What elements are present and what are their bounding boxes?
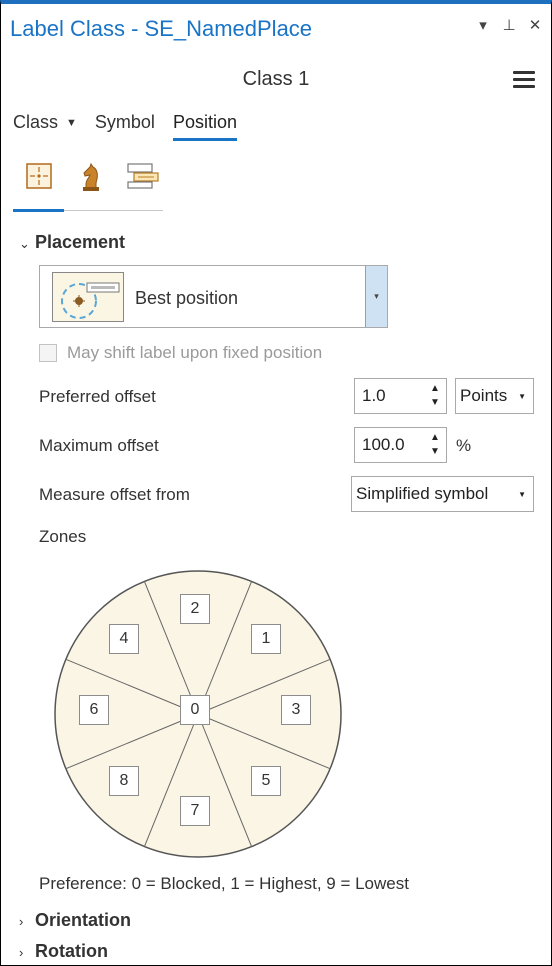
chevron-right-icon: › bbox=[19, 914, 24, 929]
preferred-offset-input[interactable]: 1.0 ▲ ▼ bbox=[354, 378, 447, 414]
pane-title: Label Class - SE_NamedPlace bbox=[10, 16, 313, 41]
maximum-offset-input[interactable]: 100.0 ▲ ▼ bbox=[354, 427, 447, 463]
zone-8-label[interactable]: 8 bbox=[109, 766, 139, 796]
zone-7-label[interactable]: 7 bbox=[180, 796, 210, 826]
placement-section-header[interactable]: ⌄ Placement bbox=[19, 232, 125, 253]
measure-offset-select[interactable]: Simplified symbol ▼ bbox=[351, 476, 534, 512]
rotation-section-header[interactable]: › Rotation bbox=[19, 941, 108, 962]
preferred-offset-label: Preferred offset bbox=[39, 387, 156, 406]
zones-legend: Preference: 0 = Blocked, 1 = Highest, 9 … bbox=[39, 874, 409, 893]
window-controls: ▾ ⊥ ✕ bbox=[475, 16, 543, 34]
subtab-label-stacking[interactable] bbox=[117, 162, 169, 206]
zone-1-label[interactable]: 1 bbox=[251, 624, 281, 654]
tab-symbol[interactable]: Symbol bbox=[95, 112, 155, 141]
fitting-strategy-icon bbox=[127, 163, 159, 189]
pin-icon[interactable]: ⊥ bbox=[501, 16, 517, 34]
preferred-offset-unit-select[interactable]: Points ▼ bbox=[455, 378, 534, 414]
pane-options-icon[interactable]: ▾ bbox=[475, 16, 491, 34]
position-icon bbox=[26, 163, 52, 189]
maximum-offset-unit: % bbox=[456, 436, 472, 455]
best-position-preview bbox=[52, 272, 124, 322]
label-class-pane: Label Class - SE_NamedPlace ▾ ⊥ ✕ Class … bbox=[0, 0, 552, 966]
preferred-offset-stepper[interactable]: ▲ ▼ bbox=[429, 382, 441, 410]
menu-icon[interactable] bbox=[513, 71, 535, 89]
placement-selected-value: Best position bbox=[135, 288, 239, 308]
measure-offset-label: Measure offset from bbox=[39, 485, 190, 504]
zone-6-label[interactable]: 6 bbox=[79, 695, 109, 725]
chess-knight-icon bbox=[83, 162, 99, 191]
zone-5-label[interactable]: 5 bbox=[251, 766, 281, 796]
maximum-offset-label: Maximum offset bbox=[39, 436, 159, 455]
orientation-section-header[interactable]: › Orientation bbox=[19, 910, 131, 931]
placement-dropdown[interactable]: Best position ▾ bbox=[39, 265, 388, 328]
tab-strip: Class ▼ Symbol Position bbox=[13, 112, 255, 141]
zones-label: Zones bbox=[39, 527, 87, 546]
chevron-right-icon: › bbox=[19, 945, 24, 960]
subtab-position[interactable] bbox=[13, 162, 65, 206]
shift-label-checkbox[interactable] bbox=[39, 344, 57, 362]
zone-0-label[interactable]: 0 bbox=[180, 695, 210, 725]
zone-2-label[interactable]: 2 bbox=[180, 594, 210, 624]
subtab-strip bbox=[13, 162, 169, 206]
zone-4-label[interactable]: 4 bbox=[109, 624, 139, 654]
subtab-active-indicator bbox=[13, 209, 64, 212]
subtab-conflict-resolution[interactable] bbox=[65, 162, 117, 206]
class-name-heading: Class 1 bbox=[242, 68, 310, 90]
maximum-offset-stepper[interactable]: ▲ ▼ bbox=[429, 431, 441, 459]
chevron-down-icon: ⌄ bbox=[19, 236, 30, 251]
close-icon[interactable]: ✕ bbox=[527, 16, 543, 34]
zone-3-label[interactable]: 3 bbox=[281, 695, 311, 725]
shift-label-text: May shift label upon fixed position bbox=[67, 343, 323, 362]
tab-class[interactable]: Class ▼ bbox=[13, 112, 77, 141]
shift-label-row: May shift label upon fixed position bbox=[39, 343, 322, 363]
dropdown-arrow-icon[interactable]: ▾ bbox=[365, 266, 387, 327]
tab-position[interactable]: Position bbox=[172, 112, 237, 141]
